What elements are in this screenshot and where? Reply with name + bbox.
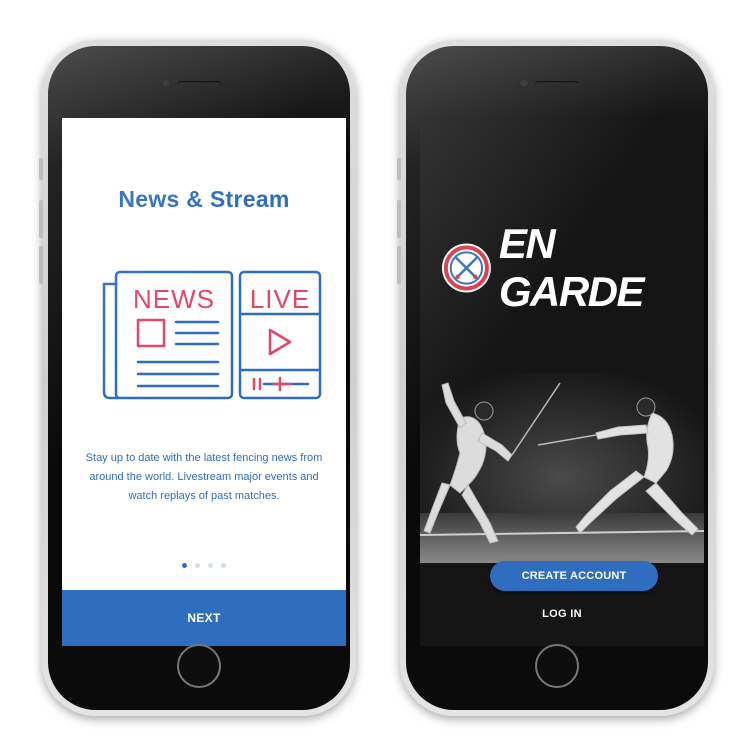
mute-switch: [39, 158, 43, 180]
news-label: NEWS: [133, 284, 215, 314]
onboarding-description: Stay up to date with the latest fencing …: [85, 452, 323, 502]
phone-body: EN GARDE CREATE ACCOUNT LOG IN: [406, 46, 708, 710]
play-icon[interactable]: [268, 328, 292, 356]
page-dot-3[interactable]: [208, 563, 213, 568]
volume-down-button: [39, 246, 43, 284]
logo-wordmark: EN GARDE: [498, 220, 645, 315]
left-phone: News & Stream NEWS LIVE Stay up to date …: [39, 40, 356, 716]
pagination-dots: [62, 555, 346, 568]
create-account-button[interactable]: CREATE ACCOUNT: [490, 561, 658, 591]
app-logo: EN GARDE: [440, 220, 704, 315]
live-label: LIVE: [250, 284, 310, 314]
earpiece-speaker: [535, 81, 579, 87]
earpiece-speaker: [177, 81, 221, 87]
volume-down-button: [397, 246, 401, 284]
page-dot-1[interactable]: [182, 563, 187, 568]
volume-up-button: [397, 200, 401, 238]
volume-up-button: [39, 200, 43, 238]
onboarding-title: News & Stream: [118, 186, 290, 212]
next-button[interactable]: NEXT: [62, 590, 346, 646]
front-camera: [519, 78, 529, 88]
page-dot-2[interactable]: [195, 563, 200, 568]
welcome-screen: EN GARDE CREATE ACCOUNT LOG IN: [420, 118, 704, 646]
page-dot-4[interactable]: [221, 563, 226, 568]
front-camera: [161, 78, 171, 88]
home-button[interactable]: [177, 644, 221, 688]
right-phone: EN GARDE CREATE ACCOUNT LOG IN: [397, 40, 714, 716]
crossed-swords-logo-icon: [441, 243, 491, 293]
phone-body: News & Stream NEWS LIVE Stay up to date …: [48, 46, 350, 710]
onboarding-screen: News & Stream NEWS LIVE Stay up to date …: [62, 118, 346, 646]
fencers-photo: [420, 373, 704, 563]
home-button[interactable]: [535, 644, 579, 688]
mute-switch: [397, 158, 401, 180]
log-in-link[interactable]: LOG IN: [420, 608, 704, 620]
news-stream-illustration: NEWS LIVE: [102, 270, 322, 400]
